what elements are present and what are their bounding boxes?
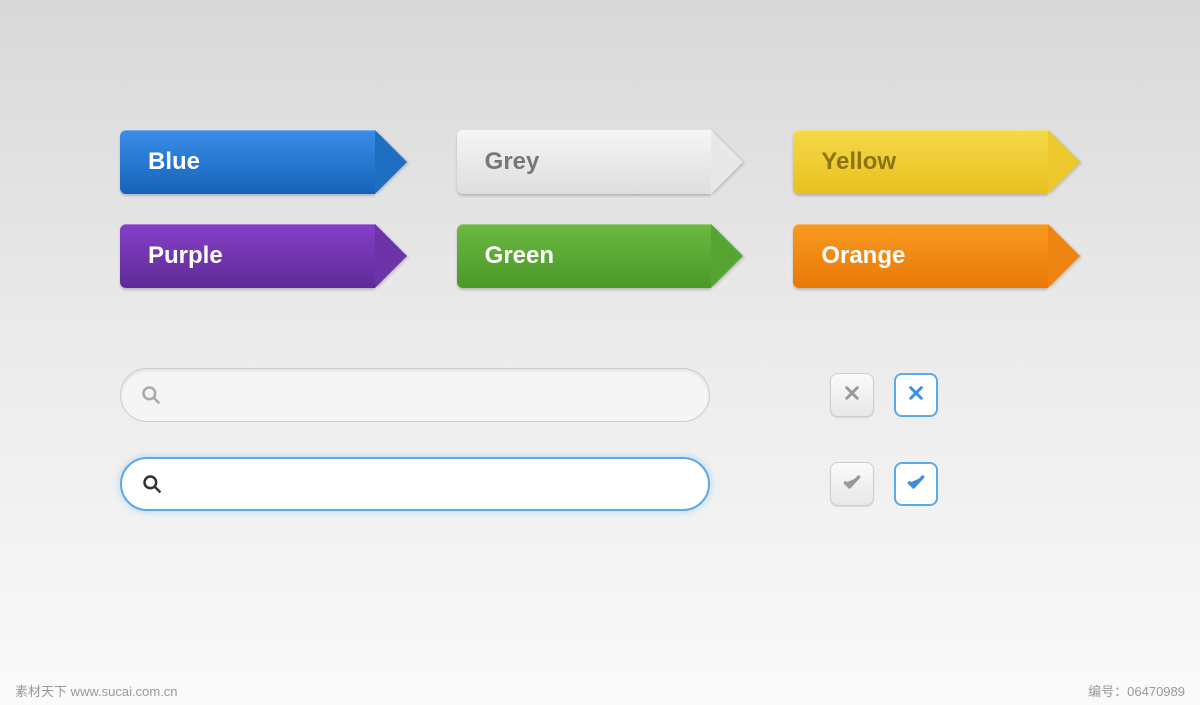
close-icon <box>907 384 925 407</box>
arrow-right-icon <box>711 130 743 194</box>
search-input-default[interactable] <box>120 368 710 422</box>
search-icon <box>142 474 162 494</box>
search-icon <box>141 385 161 405</box>
button-label: Orange <box>793 224 1048 288</box>
yellow-button[interactable]: Yellow <box>793 130 1080 194</box>
arrow-right-icon <box>375 130 407 194</box>
footer-bar: 素材天下 www.sucai.com.cn 编号：06470989 <box>0 675 1200 705</box>
button-label: Blue <box>120 130 375 194</box>
ui-kit-container: Blue Grey Yellow Purple Green Orange <box>0 0 1200 511</box>
check-button-default[interactable] <box>830 462 874 506</box>
search-row-active <box>120 457 1080 511</box>
search-input-active[interactable] <box>120 457 710 511</box>
footer-id: 编号：06470989 <box>1088 681 1185 700</box>
arrow-right-icon <box>711 224 743 288</box>
green-button[interactable]: Green <box>457 224 744 288</box>
button-label: Green <box>457 224 712 288</box>
search-field[interactable] <box>173 386 689 404</box>
arrow-right-icon <box>1048 130 1080 194</box>
close-button-active[interactable] <box>894 373 938 417</box>
button-label: Grey <box>457 130 712 194</box>
footer-source: 素材天下 www.sucai.com.cn <box>15 681 178 700</box>
purple-button[interactable]: Purple <box>120 224 407 288</box>
close-button-default[interactable] <box>830 373 874 417</box>
orange-button[interactable]: Orange <box>793 224 1080 288</box>
button-label: Yellow <box>793 130 1048 194</box>
search-field[interactable] <box>174 475 688 493</box>
check-icon <box>842 472 862 497</box>
arrow-right-icon <box>375 224 407 288</box>
grey-button[interactable]: Grey <box>457 130 744 194</box>
icon-button-group <box>830 462 938 506</box>
button-grid: Blue Grey Yellow Purple Green Orange <box>120 130 1080 288</box>
button-label: Purple <box>120 224 375 288</box>
blue-button[interactable]: Blue <box>120 130 407 194</box>
icon-button-group <box>830 373 938 417</box>
check-button-active[interactable] <box>894 462 938 506</box>
close-icon <box>843 384 861 407</box>
check-icon <box>906 472 926 497</box>
search-row-default <box>120 368 1080 422</box>
arrow-right-icon <box>1048 224 1080 288</box>
